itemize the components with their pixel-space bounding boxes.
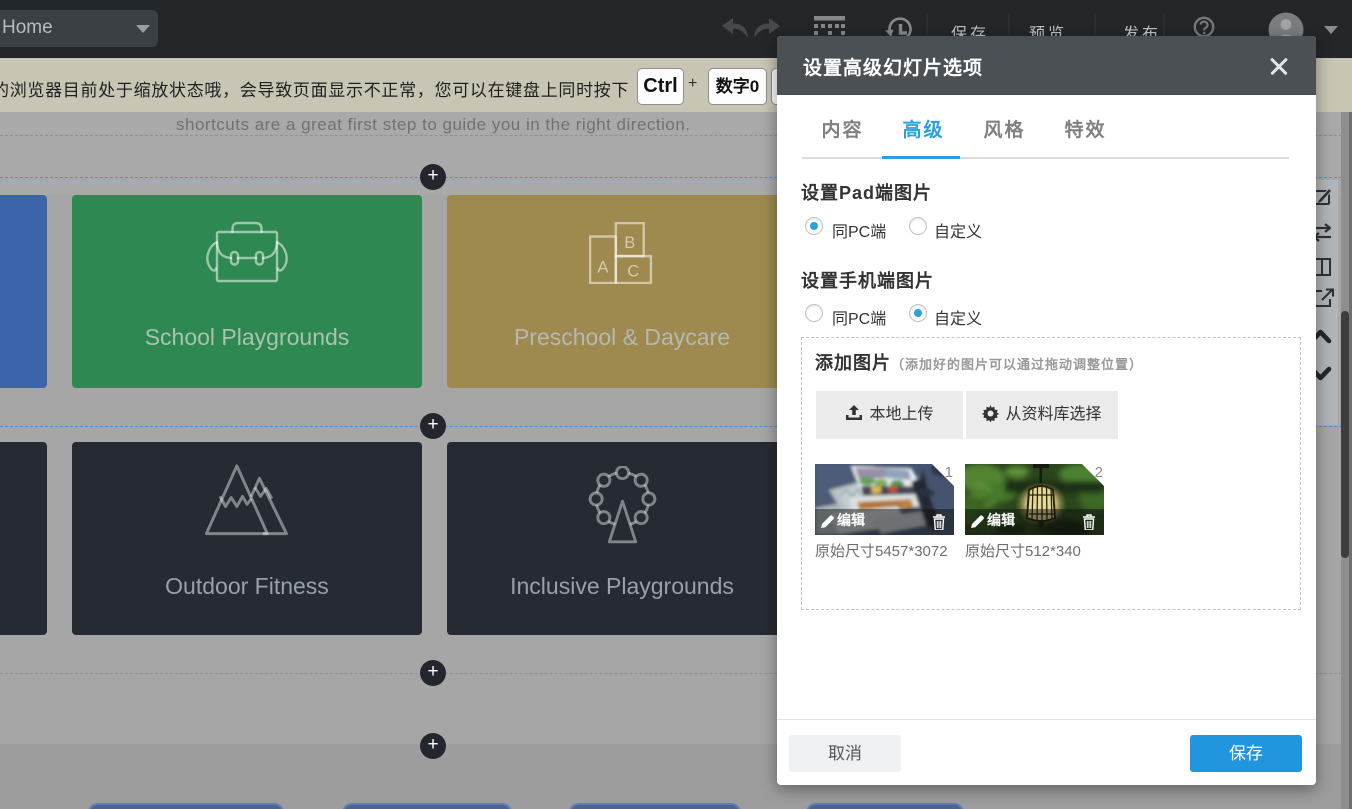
svg-text:C: C: [627, 263, 639, 281]
svg-text:B: B: [624, 234, 635, 252]
svg-text:A: A: [597, 259, 608, 277]
